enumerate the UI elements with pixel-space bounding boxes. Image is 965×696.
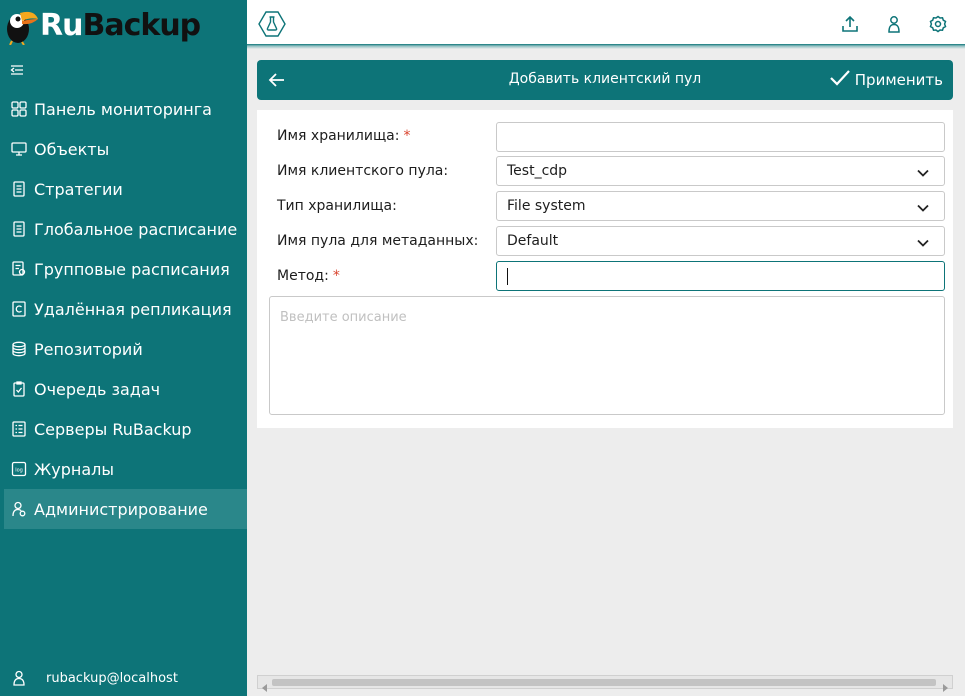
collapse-sidebar-icon[interactable]	[10, 62, 24, 76]
topbar	[247, 0, 965, 44]
sidebar-item-label: Очередь задач	[34, 379, 161, 399]
app-logo-text: RuBackup	[40, 7, 201, 43]
document-icon	[10, 180, 28, 198]
chevron-down-icon	[916, 235, 930, 249]
panel-header: Добавить клиентский пул Применить	[257, 60, 953, 100]
current-user[interactable]: rubackup@localhost	[10, 668, 178, 688]
user-icon[interactable]	[885, 15, 903, 33]
document-icon	[10, 220, 28, 238]
sidebar-item-administration[interactable]: Администрирование	[4, 489, 247, 529]
monitor-icon	[10, 140, 28, 158]
sidebar-item-repository[interactable]: Репозиторий	[4, 329, 247, 369]
sidebar-item-label: Объекты	[34, 139, 110, 159]
metadata-pool-label: Имя пула для метаданных:	[277, 233, 479, 249]
svg-text:log: log	[15, 468, 23, 474]
admin-user-icon	[10, 500, 28, 518]
storage-type-label: Тип хранилища:	[277, 198, 397, 214]
sidebar-item-label: Администрирование	[34, 499, 208, 519]
sidebar-item-logs[interactable]: log Журналы	[4, 449, 247, 489]
lab-flask-icon[interactable]	[258, 10, 286, 38]
task-queue-icon	[10, 380, 28, 398]
sidebar-item-servers[interactable]: Серверы RuBackup	[4, 409, 247, 449]
group-schedule-icon	[10, 260, 28, 278]
toucan-logo-icon	[4, 5, 40, 46]
storage-name-input[interactable]	[496, 122, 945, 152]
method-label: Метод: *	[277, 268, 340, 284]
method-input[interactable]	[496, 261, 945, 291]
current-user-label: rubackup@localhost	[46, 670, 178, 686]
topbar-divider	[247, 44, 965, 49]
sidebar-item-task-queue[interactable]: Очередь задач	[4, 369, 247, 409]
apply-button-label: Применить	[854, 71, 943, 89]
sidebar-item-label: Панель мониторинга	[34, 99, 212, 119]
client-pool-select[interactable]: Test_cdp	[496, 156, 945, 186]
user-icon	[10, 669, 28, 687]
chevron-down-icon	[916, 165, 930, 179]
app-logo[interactable]: RuBackup	[4, 4, 201, 46]
sidebar-item-global-schedule[interactable]: Глобальное расписание	[4, 209, 247, 249]
text-cursor	[507, 268, 508, 285]
storage-type-select[interactable]: File system	[496, 191, 945, 221]
dashboard-icon	[10, 100, 28, 118]
scrollbar-thumb[interactable]	[272, 679, 936, 686]
upload-icon[interactable]	[841, 15, 859, 33]
sidebar-item-label: Удалённая репликация	[34, 299, 232, 319]
sidebar-item-label: Стратегии	[34, 179, 123, 199]
settings-icon[interactable]	[929, 15, 947, 33]
database-icon	[10, 340, 28, 358]
sidebar-item-monitoring[interactable]: Панель мониторинга	[4, 89, 247, 129]
sidebar-item-label: Журналы	[34, 459, 114, 479]
client-pool-label: Имя клиентского пула:	[277, 163, 449, 179]
sidebar-item-objects[interactable]: Объекты	[4, 129, 247, 169]
sidebar-item-label: Репозиторий	[34, 339, 143, 359]
apply-button[interactable]: Применить	[829, 69, 943, 91]
sidebar-item-remote-replication[interactable]: Удалённая репликация	[4, 289, 247, 329]
checkmark-icon	[829, 68, 851, 92]
chevron-down-icon	[916, 200, 930, 214]
replication-icon	[10, 300, 28, 318]
storage-name-label: Имя хранилища: *	[277, 128, 411, 144]
sidebar-item-strategies[interactable]: Стратегии	[4, 169, 247, 209]
log-icon: log	[10, 460, 28, 478]
server-list-icon	[10, 420, 28, 438]
sidebar-nav: Панель мониторинга Объекты Стратегии Гло…	[4, 89, 247, 529]
sidebar: RuBackup Панель мониторинга Объекты Стра…	[0, 0, 247, 696]
horizontal-scrollbar[interactable]	[257, 675, 953, 692]
sidebar-item-label: Серверы RuBackup	[34, 419, 192, 439]
required-marker: *	[332, 268, 340, 284]
scroll-right-icon[interactable]	[940, 678, 950, 692]
description-textarea[interactable]: Введите описание	[269, 296, 945, 415]
client-pool-form: Имя хранилища: * Имя клиентского пула: Te…	[257, 110, 953, 428]
scroll-left-icon[interactable]	[260, 678, 270, 692]
required-marker: *	[403, 128, 411, 144]
metadata-pool-select[interactable]: Default	[496, 226, 945, 256]
sidebar-item-group-schedules[interactable]: Групповые расписания	[4, 249, 247, 289]
description-placeholder: Введите описание	[280, 310, 407, 325]
sidebar-item-label: Глобальное расписание	[34, 219, 238, 239]
sidebar-item-label: Групповые расписания	[34, 259, 230, 279]
